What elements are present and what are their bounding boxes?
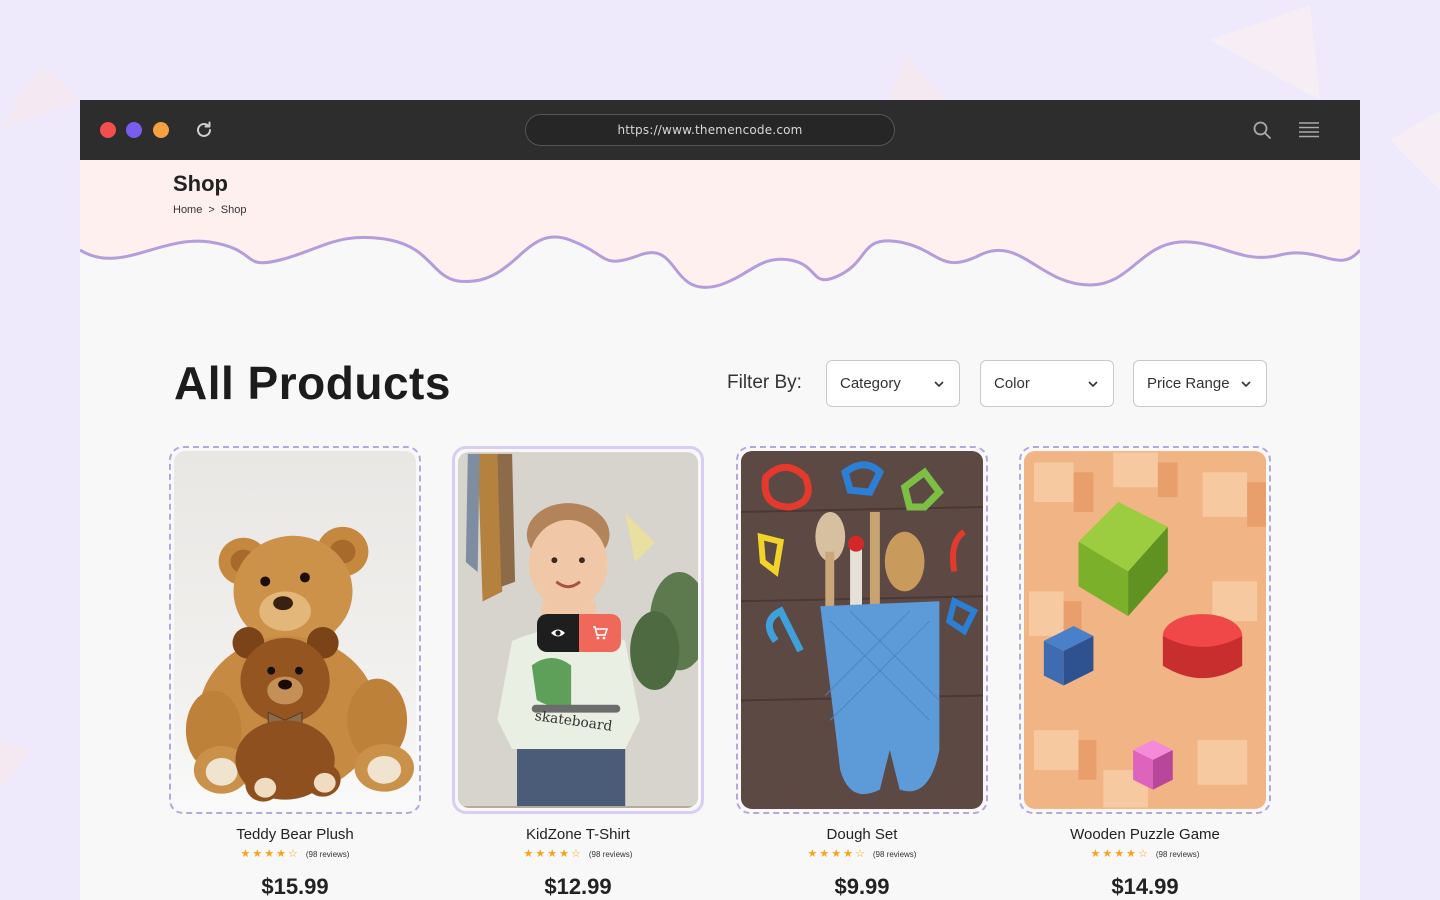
section-title: All Products bbox=[174, 357, 451, 409]
review-count: (98 reviews) bbox=[872, 850, 917, 859]
star-empty-icon: ☆ bbox=[1138, 848, 1148, 860]
product-rating: ★ ★ ★ ★ ☆ (98 reviews) bbox=[1019, 849, 1271, 860]
color-filter[interactable]: Color bbox=[980, 360, 1114, 407]
chevron-down-icon bbox=[934, 381, 944, 388]
browser-window: https://www.themencode.com Shop Home > S… bbox=[80, 100, 1360, 900]
star-filled-icon: ★ bbox=[843, 848, 854, 860]
star-filled-icon: ★ bbox=[819, 848, 830, 860]
product-card[interactable]: Dough Set ★ ★ ★ ★ ☆ (98 reviews) $9.99 bbox=[736, 446, 988, 900]
page-hero: Shop Home > Shop bbox=[80, 160, 1360, 320]
menu-icon[interactable] bbox=[1298, 120, 1320, 140]
product-image-frame[interactable] bbox=[169, 446, 421, 814]
quick-actions bbox=[537, 614, 621, 652]
product-rating: ★ ★ ★ ★ ☆ (98 reviews) bbox=[452, 849, 704, 860]
browser-toolbar: https://www.themencode.com bbox=[80, 100, 1360, 160]
product-image-dough-set[interactable] bbox=[741, 451, 983, 809]
star-filled-icon: ★ bbox=[1102, 848, 1113, 860]
page-title: Shop bbox=[173, 171, 228, 196]
star-empty-icon: ☆ bbox=[571, 848, 581, 860]
cart-icon bbox=[593, 626, 608, 640]
wave-divider bbox=[80, 235, 1360, 320]
product-card[interactable]: skateboard KidZone T-Shirt ★ ★ ★ ★ ☆ (98… bbox=[452, 446, 704, 900]
product-name[interactable]: KidZone T-Shirt bbox=[452, 826, 704, 843]
price-range-filter[interactable]: Price Range bbox=[1133, 360, 1267, 407]
product-price: $9.99 bbox=[834, 874, 890, 899]
url-bar[interactable]: https://www.themencode.com bbox=[525, 114, 895, 146]
eye-icon bbox=[551, 629, 565, 637]
chevron-down-icon bbox=[1241, 381, 1251, 388]
product-image-wooden-puzzle[interactable] bbox=[1024, 451, 1266, 809]
window-minimize-dot[interactable] bbox=[126, 122, 142, 138]
star-filled-icon: ★ bbox=[1126, 848, 1137, 860]
category-filter[interactable]: Category bbox=[826, 360, 960, 407]
breadcrumb-current: Shop bbox=[220, 204, 247, 216]
product-price: $15.99 bbox=[261, 874, 329, 899]
add-to-cart-button[interactable] bbox=[579, 614, 621, 652]
star-filled-icon: ★ bbox=[240, 848, 251, 860]
product-card[interactable]: Teddy Bear Plush ★ ★ ★ ★ ☆ (98 reviews) … bbox=[169, 446, 421, 900]
quick-view-button[interactable] bbox=[537, 614, 579, 652]
review-count: (98 reviews) bbox=[305, 850, 350, 859]
reload-icon[interactable] bbox=[194, 120, 214, 140]
star-filled-icon: ★ bbox=[523, 848, 534, 860]
product-image-frame[interactable]: skateboard bbox=[452, 446, 704, 814]
star-filled-icon: ★ bbox=[547, 848, 558, 860]
star-filled-icon: ★ bbox=[831, 848, 842, 860]
star-filled-icon: ★ bbox=[252, 848, 263, 860]
breadcrumb-separator: > bbox=[208, 204, 215, 216]
star-filled-icon: ★ bbox=[535, 848, 546, 860]
window-close-dot[interactable] bbox=[100, 122, 116, 138]
product-card[interactable]: Wooden Puzzle Game ★ ★ ★ ★ ☆ (98 reviews… bbox=[1019, 446, 1271, 900]
product-image-frame[interactable] bbox=[1019, 446, 1271, 814]
product-price: $14.99 bbox=[1111, 874, 1179, 899]
breadcrumb: Home > Shop bbox=[173, 204, 246, 216]
product-price: $12.99 bbox=[544, 874, 612, 899]
star-filled-icon: ★ bbox=[1114, 848, 1125, 860]
category-filter-label: Category bbox=[840, 375, 901, 392]
color-filter-label: Color bbox=[994, 375, 1030, 392]
product-image-kidzone-tshirt[interactable]: skateboard bbox=[458, 452, 698, 808]
breadcrumb-home-link[interactable]: Home bbox=[173, 204, 202, 216]
chevron-down-icon bbox=[1088, 381, 1098, 388]
product-image-frame[interactable] bbox=[736, 446, 988, 814]
star-filled-icon: ★ bbox=[1090, 848, 1101, 860]
search-icon[interactable] bbox=[1252, 120, 1272, 140]
review-count: (98 reviews) bbox=[1155, 850, 1200, 859]
window-maximize-dot[interactable] bbox=[153, 122, 169, 138]
filter-label: Filter By: bbox=[727, 372, 802, 393]
star-empty-icon: ☆ bbox=[855, 848, 865, 860]
review-count: (98 reviews) bbox=[588, 850, 633, 859]
product-name[interactable]: Dough Set bbox=[736, 826, 988, 843]
star-empty-icon: ☆ bbox=[288, 848, 298, 860]
star-filled-icon: ★ bbox=[559, 848, 570, 860]
product-rating: ★ ★ ★ ★ ☆ (98 reviews) bbox=[736, 849, 988, 860]
product-rating: ★ ★ ★ ★ ☆ (98 reviews) bbox=[169, 849, 421, 860]
price-range-filter-label: Price Range bbox=[1147, 375, 1230, 392]
star-filled-icon: ★ bbox=[276, 848, 287, 860]
star-filled-icon: ★ bbox=[807, 848, 818, 860]
product-name[interactable]: Teddy Bear Plush bbox=[169, 826, 421, 843]
star-filled-icon: ★ bbox=[264, 848, 275, 860]
product-name[interactable]: Wooden Puzzle Game bbox=[1019, 826, 1271, 843]
product-image-teddy-bear[interactable] bbox=[174, 451, 416, 809]
